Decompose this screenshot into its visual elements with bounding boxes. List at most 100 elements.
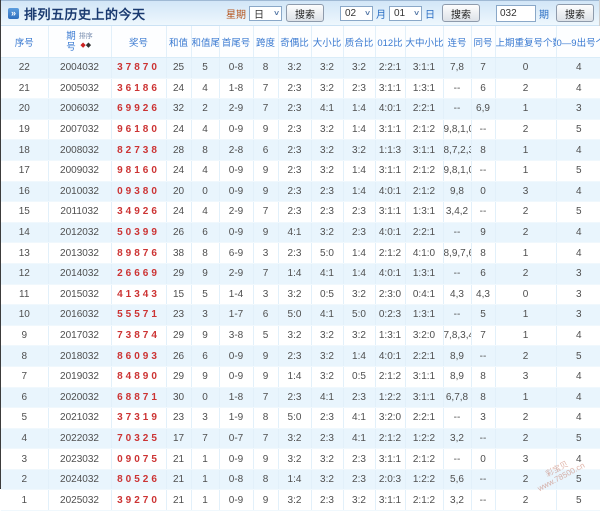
- cell: 3:2: [278, 448, 312, 470]
- date-search-group: 02 ∨ 月 01 ∨ 日 搜索: [340, 4, 480, 22]
- cell: 21: [166, 469, 192, 491]
- cell: 6: [253, 304, 279, 326]
- cell: 4: [556, 57, 600, 79]
- sort-widget[interactable]: 排序 ◆◆: [79, 33, 93, 50]
- cell: --: [443, 222, 472, 244]
- cell: 9: [191, 325, 220, 347]
- title-arrow-icon: »: [8, 7, 19, 19]
- cell: 1:4: [343, 181, 376, 203]
- cell: 1: [191, 448, 220, 470]
- month-label: 月: [376, 9, 386, 21]
- day-select[interactable]: 01 ∨: [389, 5, 422, 21]
- cell: 4:1: [343, 407, 376, 429]
- cell: 0: [191, 181, 220, 203]
- cell: 28: [166, 139, 192, 161]
- table-row: 7 2019032 84890 29 9 0-9 9 1:4 3:2 0:5 2:1:2 3:1:1 8…: [1, 366, 600, 388]
- cell: 2: [1, 469, 49, 491]
- cell: 3:1:1: [375, 78, 406, 100]
- month-select[interactable]: 02 ∨: [340, 5, 373, 21]
- search-date-button[interactable]: 搜索: [442, 4, 480, 22]
- page-title: 排列五历史上的今天: [24, 6, 146, 22]
- prize-number: 73874: [111, 325, 167, 347]
- cell: 2016032: [48, 304, 112, 326]
- cell: 4: [556, 325, 600, 347]
- cell: 7: [253, 263, 279, 285]
- cell: 3: [556, 284, 600, 306]
- cell: 2:1:2: [405, 181, 444, 203]
- cell: 15: [166, 284, 192, 306]
- prize-number: 80526: [111, 469, 167, 491]
- sort-desc-icon[interactable]: ◆: [86, 42, 91, 49]
- col-header: 质合比: [343, 26, 376, 58]
- cell: 5,6: [443, 469, 472, 491]
- cell: 29: [166, 366, 192, 388]
- cell: 2:1:2: [375, 366, 406, 388]
- cell: 2-8: [219, 139, 254, 161]
- cell: 7,8,3,4: [443, 325, 472, 347]
- col-header[interactable]: 期号排序 ◆◆: [48, 26, 112, 58]
- cell: 11: [1, 284, 49, 306]
- prize-number: 98160: [111, 160, 167, 182]
- cell: 2019032: [48, 366, 112, 388]
- cell: 3:1:1: [405, 366, 444, 388]
- table-row: 17 2009032 98160 24 4 0-9 9 2:3 3:2 1:4 3:1:1 2:1:2…: [1, 160, 600, 182]
- cell: 1:3:1: [405, 201, 444, 223]
- cell: 0: [495, 57, 557, 79]
- cell: 3:2: [311, 57, 344, 79]
- col-header: 大中小比: [405, 26, 444, 58]
- cell: 1: [495, 98, 557, 120]
- cell: 7: [253, 428, 279, 450]
- cell: 8: [471, 387, 496, 409]
- cell: 0-9: [219, 366, 254, 388]
- prize-number: 09075: [111, 448, 167, 470]
- col-header: 首尾号: [219, 26, 254, 58]
- cell: 2:2:1: [405, 222, 444, 244]
- cell: 9: [253, 345, 279, 367]
- cell: 2:3: [278, 345, 312, 367]
- cell: 3:1:1: [405, 57, 444, 79]
- cell: 3: [495, 448, 557, 470]
- cell: 22: [1, 57, 49, 79]
- cell: 3: [1, 448, 49, 470]
- cell: 1-8: [219, 387, 254, 409]
- issue-input[interactable]: [496, 4, 536, 22]
- cell: 3: [495, 366, 557, 388]
- cell: 9: [471, 222, 496, 244]
- cell: --: [471, 201, 496, 223]
- cell: 1: [191, 469, 220, 491]
- cell: 6: [253, 139, 279, 161]
- cell: 3:2: [278, 284, 312, 306]
- week-select[interactable]: 日 ∨: [249, 5, 282, 21]
- cell: 0:5: [343, 366, 376, 388]
- cell: 3:2: [311, 345, 344, 367]
- cell: 7: [191, 428, 220, 450]
- cell: 4,3: [471, 284, 496, 306]
- search-week-button[interactable]: 搜索: [286, 4, 324, 22]
- cell: 2007032: [48, 119, 112, 141]
- cell: 7: [253, 201, 279, 223]
- cell: 4:0:1: [375, 98, 406, 120]
- cell: 3:2: [278, 57, 312, 79]
- search-issue-button[interactable]: 搜索: [556, 4, 594, 22]
- cell: 5:0: [311, 242, 344, 264]
- cell: 0-9: [219, 160, 254, 182]
- cell: 4: [556, 181, 600, 203]
- cell: 1:3:1: [405, 304, 444, 326]
- cell: 2:3: [278, 98, 312, 120]
- cell: 8: [191, 242, 220, 264]
- title-group: » 排列五历史上的今天: [8, 4, 146, 23]
- cell: 1-7: [219, 304, 254, 326]
- table-row: 11 2015032 41343 15 5 1-4 3 3:2 0:5 3:2 2:3:0 0:4:1…: [1, 284, 600, 306]
- cell: 24: [166, 160, 192, 182]
- cell: 1:4: [278, 366, 312, 388]
- cell: 9,8,1,0: [443, 160, 472, 182]
- table-row: 10 2016032 55571 23 3 1-7 6 5:0 4:1 5:0 0:2:3 1:3:1…: [1, 304, 600, 326]
- cell: 2008032: [48, 139, 112, 161]
- cell: 2:3: [343, 201, 376, 223]
- cell: --: [443, 263, 472, 285]
- cell: 2: [191, 98, 220, 120]
- cell: 26: [166, 222, 192, 244]
- table-row: 18 2008032 82738 28 8 2-8 6 2:3 3:2 3:2 1:1:3 3:1:1…: [1, 139, 600, 161]
- cell: 1:2:2: [405, 469, 444, 491]
- cell: 2: [495, 119, 557, 141]
